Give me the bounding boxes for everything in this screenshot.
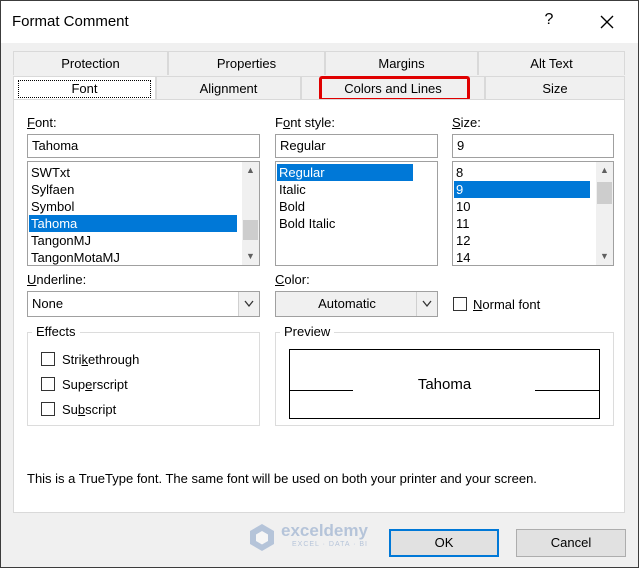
list-item-selected[interactable]: Tahoma — [29, 215, 237, 232]
scroll-down-icon[interactable]: ▼ — [596, 248, 613, 265]
list-item[interactable]: 10 — [454, 198, 596, 215]
list-item[interactable]: Symbol — [29, 198, 241, 215]
font-style-list[interactable]: Regular Italic Bold Bold Italic — [275, 161, 438, 266]
font-style-label: Font style: — [275, 115, 335, 130]
close-icon — [600, 15, 614, 29]
watermark-tagline: EXCEL · DATA · BI — [292, 541, 368, 548]
list-item[interactable]: Sylfaen — [29, 181, 241, 198]
scroll-down-icon[interactable]: ▼ — [242, 248, 259, 265]
normal-font-label: Normal font — [473, 297, 541, 312]
dialog-title: Format Comment — [12, 13, 129, 30]
preview-box: Tahoma — [289, 349, 600, 419]
font-list-scrollbar[interactable]: ▲ ▼ — [242, 162, 259, 265]
color-value: Automatic — [318, 296, 376, 311]
superscript-checkbox[interactable] — [41, 377, 55, 391]
subscript-checkbox[interactable] — [41, 402, 55, 416]
tab-font[interactable]: Font — [13, 76, 156, 100]
scroll-up-icon[interactable]: ▲ — [596, 162, 613, 179]
font-input[interactable]: Tahoma — [27, 134, 260, 158]
color-dropdown[interactable]: Automatic — [275, 291, 438, 317]
tab-alt-text[interactable]: Alt Text — [478, 51, 625, 75]
list-item[interactable]: TangonMotaMJ — [29, 249, 241, 265]
tab-size[interactable]: Size — [485, 76, 625, 100]
list-item[interactable]: 11 — [454, 215, 596, 232]
ok-button[interactable]: OK — [389, 529, 499, 557]
underline-dropdown[interactable]: None — [27, 291, 260, 317]
focus-rectangle — [18, 80, 151, 98]
underline-value: None — [32, 296, 64, 311]
font-list[interactable]: SWTxt Sylfaen Symbol Tahoma TangonMJ Tan… — [27, 161, 260, 266]
strikethrough-label: Strikethrough — [62, 352, 140, 367]
list-item[interactable]: 12 — [454, 232, 596, 249]
size-input[interactable]: 9 — [452, 134, 614, 158]
list-item[interactable]: TangonMJ — [29, 232, 241, 249]
scroll-thumb[interactable] — [243, 220, 258, 240]
list-item[interactable]: 8 — [454, 164, 596, 181]
format-comment-dialog: Format Comment ? Protection Properties M… — [0, 0, 639, 568]
underline-label: Underline: — [27, 272, 87, 287]
highlight-box — [319, 76, 470, 101]
preview-title: Preview — [280, 324, 335, 339]
exceldemy-watermark: exceldemy EXCEL · DATA · BI — [245, 520, 385, 554]
chevron-down-icon[interactable] — [416, 292, 437, 316]
list-item[interactable]: Italic — [277, 181, 429, 198]
list-item[interactable]: Bold — [277, 198, 429, 215]
size-label: Size: — [452, 115, 481, 130]
font-style-input[interactable]: Regular — [275, 134, 438, 158]
list-item[interactable]: 14 — [454, 249, 596, 265]
title-bar: Format Comment ? — [1, 1, 638, 43]
help-button[interactable]: ? — [539, 11, 559, 33]
chevron-down-icon[interactable] — [238, 292, 259, 316]
scroll-up-icon[interactable]: ▲ — [242, 162, 259, 179]
list-item[interactable]: SWTxt — [29, 164, 241, 181]
size-list-scrollbar[interactable]: ▲ ▼ — [596, 162, 613, 265]
effects-title: Effects — [32, 324, 80, 339]
normal-font-checkbox[interactable] — [453, 297, 467, 311]
superscript-label: Superscript — [62, 377, 128, 392]
list-item[interactable]: Bold Italic — [277, 215, 429, 232]
tab-margins[interactable]: Margins — [325, 51, 478, 75]
preview-sample-text: Tahoma — [417, 376, 472, 393]
cancel-button[interactable]: Cancel — [516, 529, 626, 557]
color-label: Color: — [275, 272, 310, 287]
subscript-label: Subscript — [62, 402, 117, 417]
scroll-thumb[interactable] — [597, 182, 612, 204]
exceldemy-logo-icon — [250, 524, 274, 551]
strikethrough-checkbox[interactable] — [41, 352, 55, 366]
watermark-name: exceldemy — [281, 521, 368, 540]
list-item-selected[interactable]: 9 — [454, 181, 590, 198]
close-button[interactable] — [593, 9, 621, 35]
size-list[interactable]: 8 9 10 11 12 14 ▲ ▼ — [452, 161, 614, 266]
truetype-info-text: This is a TrueType font. The same font w… — [27, 471, 537, 486]
list-item-selected[interactable]: Regular — [277, 164, 413, 181]
tab-alignment[interactable]: Alignment — [156, 76, 301, 100]
tab-protection[interactable]: Protection — [13, 51, 168, 75]
font-label: Font: — [27, 115, 57, 130]
tab-properties[interactable]: Properties — [168, 51, 325, 75]
